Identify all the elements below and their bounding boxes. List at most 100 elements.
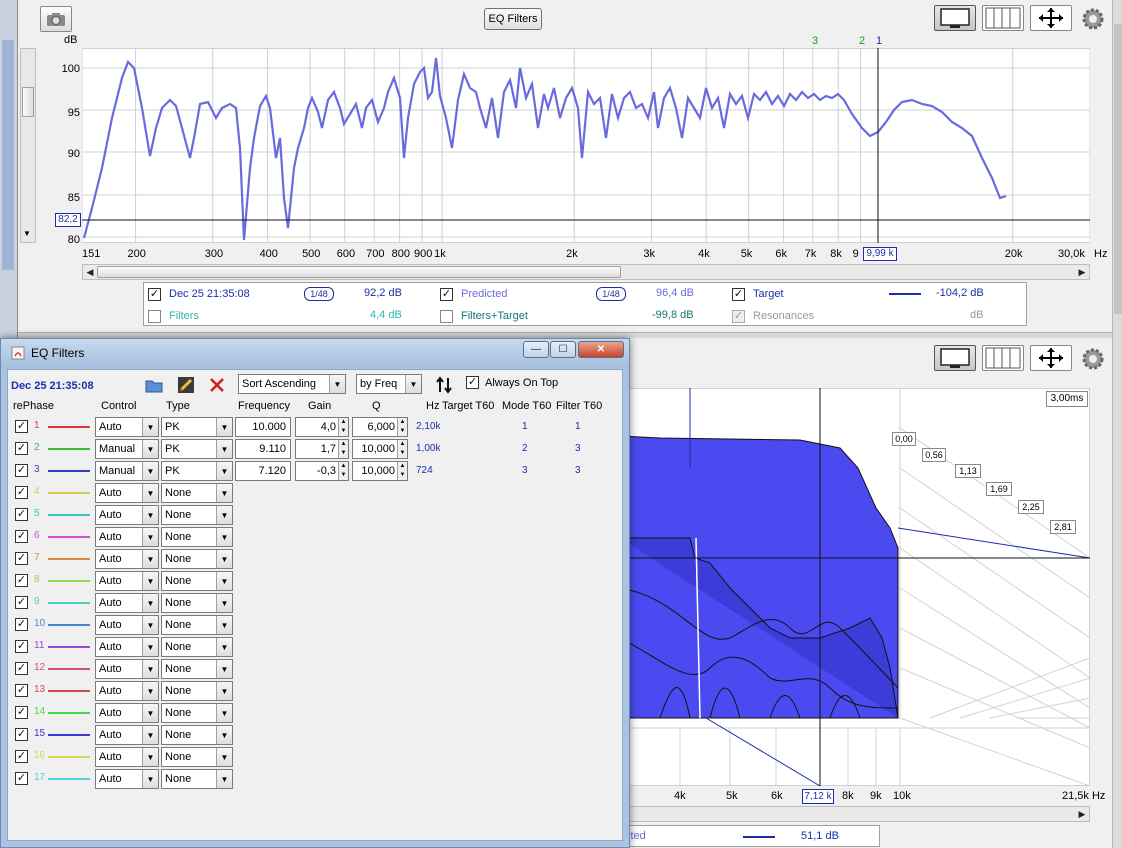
- eq-filters-button[interactable]: EQ Filters: [484, 8, 542, 30]
- filter-enable-checkbox[interactable]: ✓: [15, 486, 28, 499]
- waterfall-graph[interactable]: [620, 388, 1090, 786]
- measurement-checkbox[interactable]: ✓: [148, 287, 161, 301]
- legend-item-filters-target[interactable]: Filters+Target: [440, 308, 528, 324]
- filter-type-select[interactable]: PK ▼: [161, 461, 233, 481]
- grid-view-button-lower[interactable]: [982, 345, 1024, 371]
- filter-type-select[interactable]: None ▼: [161, 769, 233, 789]
- measurement-smoothing-badge[interactable]: 1/48: [304, 287, 334, 301]
- filter-control-select[interactable]: Auto ▼: [95, 637, 159, 657]
- filter-control-select[interactable]: Auto ▼: [95, 505, 159, 525]
- filter-type-select[interactable]: None ▼: [161, 483, 233, 503]
- filter-control-select[interactable]: Auto ▼: [95, 571, 159, 591]
- filter-control-select[interactable]: Manual ▼: [95, 439, 159, 459]
- save-icon[interactable]: [177, 376, 195, 394]
- filter-type-select[interactable]: None ▼: [161, 703, 233, 723]
- filter-type-select[interactable]: None ▼: [161, 549, 233, 569]
- filter-control-select[interactable]: Auto ▼: [95, 549, 159, 569]
- spl-graph-horizontal-scrollbar[interactable]: ◀ ▶: [82, 264, 1090, 280]
- gear-icon[interactable]: [1081, 7, 1105, 31]
- legend-item-filters[interactable]: Filters: [148, 308, 199, 324]
- filter-q-input[interactable]: 10,000 ▲ ▼: [352, 439, 408, 459]
- filter-type-select[interactable]: None ▼: [161, 637, 233, 657]
- delete-icon[interactable]: [209, 377, 225, 393]
- filter-q-input[interactable]: 10,000 ▲ ▼: [352, 461, 408, 481]
- filter-type-select[interactable]: None ▼: [161, 681, 233, 701]
- filter-enable-checkbox[interactable]: ✓: [15, 530, 28, 543]
- single-graph-button-lower[interactable]: [934, 345, 976, 371]
- filter-enable-checkbox[interactable]: ✓: [15, 574, 28, 587]
- legend-item-predicted[interactable]: ✓ Predicted: [440, 286, 507, 302]
- filter-control-select[interactable]: Auto ▼: [95, 747, 159, 767]
- filter-enable-checkbox[interactable]: ✓: [15, 706, 28, 719]
- filter-control-select[interactable]: Auto ▼: [95, 681, 159, 701]
- zoom-controls-button-lower[interactable]: [1030, 345, 1072, 371]
- filter-enable-checkbox[interactable]: ✓: [15, 640, 28, 653]
- filter-type-select[interactable]: None ▼: [161, 615, 233, 635]
- filter-enable-checkbox[interactable]: ✓: [15, 442, 28, 455]
- filter-enable-checkbox[interactable]: ✓: [15, 684, 28, 697]
- capture-screenshot-button[interactable]: [40, 6, 72, 32]
- filter-enable-checkbox[interactable]: ✓: [15, 662, 28, 675]
- waterfall-horizontal-scrollbar[interactable]: ▶: [620, 806, 1090, 822]
- filter-enable-checkbox[interactable]: ✓: [15, 552, 28, 565]
- filter-type-select[interactable]: PK ▼: [161, 439, 233, 459]
- sort-order-select[interactable]: Sort Ascending ▼: [238, 374, 346, 394]
- filter-enable-checkbox[interactable]: ✓: [15, 618, 28, 631]
- filter-type-select[interactable]: None ▼: [161, 747, 233, 767]
- filter-enable-checkbox[interactable]: ✓: [15, 508, 28, 521]
- filter-type-select[interactable]: None ▼: [161, 659, 233, 679]
- filter-type-select[interactable]: PK ▼: [161, 417, 233, 437]
- filter-type-select[interactable]: None ▼: [161, 725, 233, 745]
- filter-frequency-input[interactable]: 7.120: [235, 461, 291, 481]
- filter-control-select[interactable]: Auto ▼: [95, 725, 159, 745]
- legend-item-measurement[interactable]: ✓ Dec 25 21:35:08: [148, 286, 250, 302]
- right-vertical-scrollbar[interactable]: [1112, 0, 1122, 848]
- target-checkbox[interactable]: ✓: [732, 287, 745, 301]
- sort-direction-icon[interactable]: [436, 376, 452, 394]
- filter-control-select[interactable]: Auto ▼: [95, 769, 159, 789]
- filter-enable-checkbox[interactable]: ✓: [15, 464, 28, 477]
- filter-control-select[interactable]: Auto ▼: [95, 483, 159, 503]
- single-graph-button[interactable]: [934, 5, 976, 31]
- filter-q-input[interactable]: 6,000 ▲ ▼: [352, 417, 408, 437]
- filter-frequency-input[interactable]: 10.000: [235, 417, 291, 437]
- sort-by-select[interactable]: by Freq ▼: [356, 374, 422, 394]
- filter-control-select[interactable]: Auto ▼: [95, 417, 159, 437]
- filter-type-select[interactable]: None ▼: [161, 505, 233, 525]
- filter-gain-input[interactable]: -0,3 ▲ ▼: [295, 461, 349, 481]
- zoom-controls-button[interactable]: [1030, 5, 1072, 31]
- always-on-top-toggle[interactable]: ✓ Always On Top: [466, 376, 558, 389]
- filter-control-select[interactable]: Auto ▼: [95, 615, 159, 635]
- predicted-smoothing-badge[interactable]: 1/48: [596, 287, 626, 301]
- filter-enable-checkbox[interactable]: ✓: [15, 750, 28, 763]
- filter-type-select[interactable]: None ▼: [161, 527, 233, 547]
- filter-control-select[interactable]: Auto ▼: [95, 703, 159, 723]
- minimize-button[interactable]: —: [523, 341, 549, 358]
- filter-enable-checkbox[interactable]: ✓: [15, 728, 28, 741]
- close-button[interactable]: ✕: [578, 341, 624, 358]
- filter-type-select[interactable]: None ▼: [161, 593, 233, 613]
- always-on-top-checkbox[interactable]: ✓: [466, 376, 479, 389]
- spl-graph[interactable]: [82, 48, 1090, 243]
- filter-frequency-input[interactable]: 9.110: [235, 439, 291, 459]
- filter-gain-input[interactable]: 1,7 ▲ ▼: [295, 439, 349, 459]
- gear-icon[interactable]: [1081, 347, 1105, 371]
- grid-view-button[interactable]: [982, 5, 1024, 31]
- filter-enable-checkbox[interactable]: ✓: [15, 772, 28, 785]
- predicted-checkbox[interactable]: ✓: [440, 287, 453, 301]
- filter-control-select[interactable]: Manual ▼: [95, 461, 159, 481]
- legend-item-target[interactable]: ✓ Target: [732, 286, 784, 302]
- filter-control-select[interactable]: Auto ▼: [95, 659, 159, 679]
- filter-type-select[interactable]: None ▼: [161, 571, 233, 591]
- filter-enable-checkbox[interactable]: ✓: [15, 420, 28, 433]
- filter-control-select[interactable]: Auto ▼: [95, 527, 159, 547]
- maximize-button[interactable]: ☐: [550, 341, 576, 358]
- filter-control-select[interactable]: Auto ▼: [95, 593, 159, 613]
- folder-open-icon[interactable]: [145, 377, 163, 393]
- filters-target-checkbox[interactable]: [440, 309, 453, 323]
- filters-checkbox[interactable]: [148, 309, 161, 323]
- filter-enable-checkbox[interactable]: ✓: [15, 596, 28, 609]
- filter-gain-input[interactable]: 4,0 ▲ ▼: [295, 417, 349, 437]
- spl-graph-vertical-scrollbar[interactable]: ▼: [20, 48, 36, 243]
- dialog-titlebar[interactable]: EQ Filters — ☐ ✕: [1, 339, 629, 367]
